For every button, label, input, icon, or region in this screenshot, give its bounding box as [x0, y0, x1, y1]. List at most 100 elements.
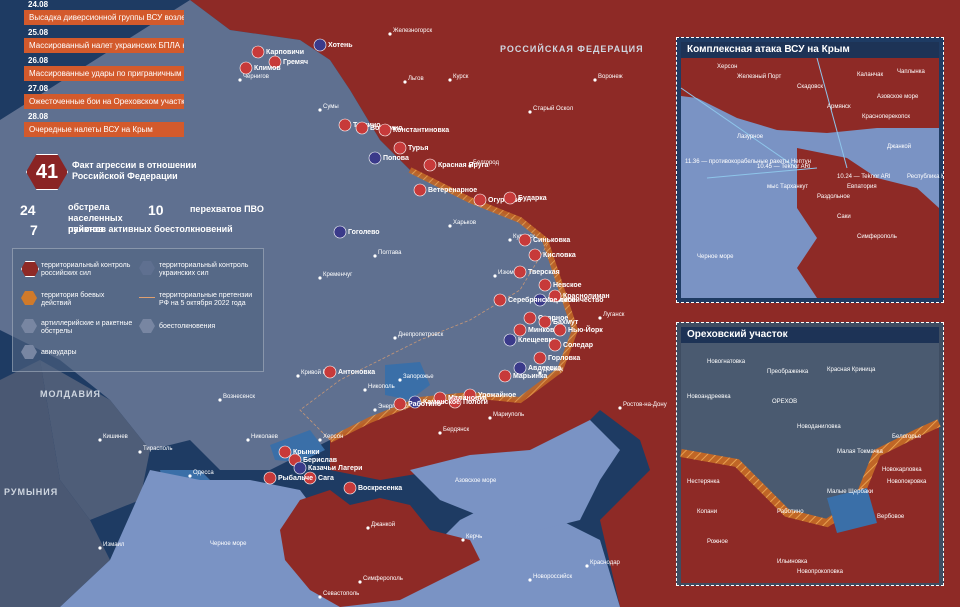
hotspot-marker[interactable]: [239, 61, 253, 75]
hotspot-marker[interactable]: [263, 471, 277, 485]
timeline-event: Высадка диверсионной группы ВСУ возле мы…: [24, 10, 184, 25]
city-label: Старый Оскол: [533, 105, 574, 112]
inset-orekhov-map: Новогнатовка Преображенка Красная Криница Н…: [680, 343, 941, 583]
city-marker: [373, 254, 377, 258]
hotspot-marker[interactable]: [378, 123, 392, 137]
artillery-icon: [21, 319, 37, 333]
hotspot-label: Хотень: [328, 42, 353, 49]
hotspot-marker[interactable]: [513, 323, 527, 337]
hotspot-label: Авдеевка: [528, 365, 561, 372]
hotspot-marker[interactable]: [355, 121, 369, 135]
hotspot-marker[interactable]: [393, 397, 407, 411]
city-marker: [508, 238, 512, 242]
city-label: Бердянск: [443, 427, 470, 433]
timeline-row: 26.08 Массированные удары по приграничным…: [24, 56, 210, 81]
city-marker: [598, 316, 602, 320]
timeline-date: 28.08: [28, 112, 49, 121]
city-label: Кременчуг: [323, 272, 353, 278]
legend: территориальный контроль российских сил …: [12, 248, 264, 372]
hotspot-label: Ветеренарное: [428, 187, 477, 194]
hotspot-marker[interactable]: [423, 158, 437, 172]
city-marker: [488, 416, 492, 420]
hotspot-marker[interactable]: [251, 45, 265, 59]
legend-artillery-label: артиллерийские и ракетные обстрелы: [41, 320, 133, 335]
inset-label: Джанкой: [887, 143, 911, 150]
airstrike-icon: [21, 345, 37, 359]
hotspot-marker[interactable]: [323, 365, 337, 379]
hotspot-marker[interactable]: [333, 225, 347, 239]
inset-label: Новогнатовка: [707, 359, 746, 365]
city-marker: [403, 80, 407, 84]
inset-orekhov-title: Ореховский участок: [681, 327, 939, 343]
label-romania: РУМЫНИЯ: [4, 487, 58, 497]
city-label: Харьков: [453, 220, 476, 226]
legend-airstrike-label: авиаудары: [41, 349, 77, 356]
hotspot-marker[interactable]: [533, 351, 547, 365]
inset-label: Ильиновка: [777, 559, 808, 565]
city-label: Изюм: [498, 270, 514, 276]
hotspot-label: Казачьи Лагери: [308, 465, 362, 472]
inset-label: Новоданиловка: [797, 424, 841, 430]
city-marker: [296, 374, 300, 378]
hotspot-marker[interactable]: [528, 248, 542, 262]
legend-combat-label: территория боевых действий: [41, 292, 105, 307]
hotspot-marker[interactable]: [473, 193, 487, 207]
inset-label: мыс Тарханкут: [767, 184, 808, 190]
city-marker: [238, 78, 242, 82]
hotspot-label: Гоголево: [348, 229, 380, 236]
label-moldova: МОЛДАВИЯ: [40, 389, 101, 399]
city-label: Железногорск: [393, 28, 432, 34]
city-label: Измаил: [103, 542, 125, 548]
hotspot-marker[interactable]: [513, 265, 527, 279]
hotspot-marker[interactable]: [538, 315, 552, 329]
timeline-event: Массированный налет украинских БПЛА на К…: [24, 38, 184, 53]
hotspot-marker[interactable]: [503, 191, 517, 205]
city-label: Новороссийск: [533, 573, 573, 580]
inset-label: Новокарловка: [882, 467, 922, 473]
hotspot-marker[interactable]: [518, 233, 532, 247]
city-label: Херсон: [323, 434, 343, 440]
hotspot-marker[interactable]: [368, 151, 382, 165]
hotspot-marker[interactable]: [313, 38, 327, 52]
inset-label: ОРЕХОВ: [772, 399, 797, 405]
city-marker: [366, 526, 370, 530]
hotspot-marker[interactable]: [293, 461, 307, 475]
intercepts-label: перехватов ПВО: [190, 204, 264, 214]
timeline: 24.08 Высадка диверсионной группы ВСУ воз…: [24, 0, 210, 140]
city-label: Чернигов: [243, 74, 269, 80]
city-label: Одесса: [193, 470, 214, 476]
timeline-row: 27.08 Ожесточенные бои на Ореховском учас…: [24, 84, 210, 109]
hotspot-marker[interactable]: [343, 481, 357, 495]
aggression-label: Факт агрессии в отношении Российской Фед…: [72, 160, 197, 181]
hotspot-marker[interactable]: [523, 311, 537, 325]
hotspot-marker[interactable]: [338, 118, 352, 132]
legend-ua-swatch: [139, 261, 155, 275]
city-marker: [363, 388, 367, 392]
hotspot-marker[interactable]: [393, 141, 407, 155]
districts-label: районов активных боестолкновений: [68, 224, 233, 234]
city-marker: [318, 438, 322, 442]
hotspot-marker[interactable]: [493, 293, 507, 307]
timeline-date: 26.08: [28, 56, 49, 65]
hotspot-label: Нью-Йорк: [568, 325, 603, 334]
inset-label: Преображенка: [767, 369, 809, 375]
inset-label: Азовское море: [877, 94, 919, 100]
hotspot-marker[interactable]: [503, 333, 517, 347]
hotspot-label: Соледар: [563, 342, 593, 349]
hotspot-marker[interactable]: [278, 445, 292, 459]
city-label: Воронеж: [598, 74, 623, 80]
city-marker: [448, 224, 452, 228]
city-marker: [585, 564, 589, 568]
hotspot-marker[interactable]: [548, 338, 562, 352]
legend-ru-label: территориальный контроль российских сил: [41, 262, 131, 277]
city-marker: [138, 450, 142, 454]
inset-label: Рожное: [707, 539, 729, 545]
label-azov: Азовское море: [455, 478, 497, 484]
inset-label: Лазурное: [737, 134, 764, 140]
city-marker: [398, 378, 402, 382]
inset-label: Копани: [697, 509, 717, 515]
hotspot-marker[interactable]: [413, 183, 427, 197]
hotspot-marker[interactable]: [538, 278, 552, 292]
hotspot-marker[interactable]: [498, 369, 512, 383]
inset-label: Белогорье: [892, 434, 922, 440]
